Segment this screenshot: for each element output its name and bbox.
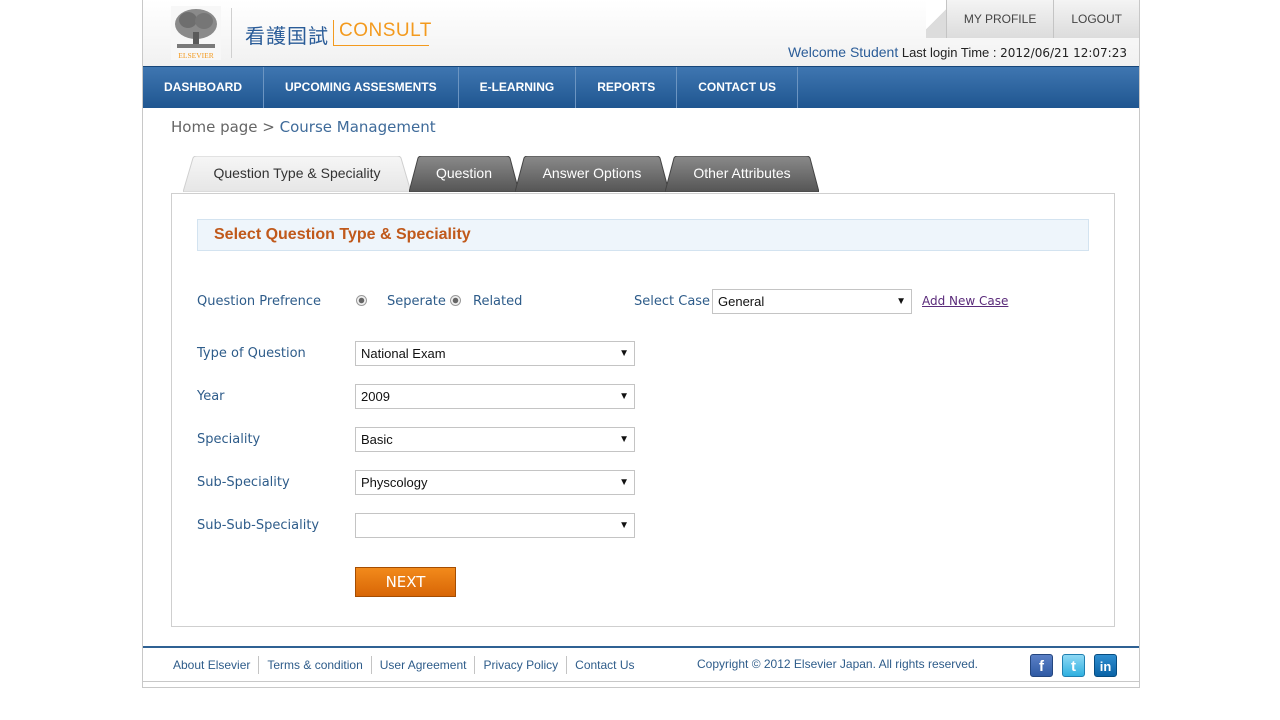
tab-other-attributes-label: Other Attributes [693, 165, 791, 181]
select-case-value: General [718, 294, 765, 309]
tab-question-type-label: Question Type & Speciality [213, 165, 381, 181]
radio-separate-label[interactable]: Seperate [387, 294, 446, 309]
radio-separate[interactable] [356, 295, 367, 306]
radio-related-label[interactable]: Related [473, 294, 522, 309]
breadcrumb-current: Course Management [279, 118, 436, 136]
tab-other-attributes[interactable]: Other Attributes [665, 156, 819, 192]
footer-link-privacy[interactable]: Privacy Policy [475, 656, 568, 674]
sub-speciality-label: Sub-Speciality [197, 475, 290, 490]
dropdown-arrow-icon: ▼ [619, 434, 629, 445]
site-header: ELSEVIER 看護国試 CONSULT MY PROFILE LOGOUT … [143, 0, 1139, 66]
footer-link-user-agreement[interactable]: User Agreement [372, 656, 476, 674]
page-container: ELSEVIER 看護国試 CONSULT MY PROFILE LOGOUT … [142, 0, 1140, 688]
main-nav: DASHBOARD UPCOMING ASSESMENTS E-LEARNING… [143, 66, 1139, 108]
form-panel: Select Question Type & Speciality Questi… [171, 193, 1115, 627]
tab-answer-options-label: Answer Options [542, 165, 642, 181]
brand-consult: CONSULT [339, 20, 432, 41]
nav-reports[interactable]: REPORTS [576, 67, 678, 108]
speciality-value: Basic [361, 432, 393, 447]
last-login-label: Last login Time : [901, 45, 997, 60]
radio-related[interactable] [450, 295, 461, 306]
speciality-dropdown[interactable]: Basic ▼ [355, 427, 635, 452]
footer-link-contact[interactable]: Contact Us [567, 656, 642, 674]
type-of-question-dropdown[interactable]: National Exam ▼ [355, 341, 635, 366]
select-case-dropdown[interactable]: General ▼ [712, 289, 912, 314]
panel-header: Select Question Type & Speciality [197, 219, 1089, 251]
type-of-question-value: National Exam [361, 346, 446, 361]
social-links: f t in [1030, 654, 1117, 677]
twitter-icon[interactable]: t [1062, 654, 1085, 677]
sub-sub-speciality-label: Sub-Sub-Speciality [197, 518, 320, 533]
tab-question-label: Question [435, 165, 493, 181]
tab-answer-options[interactable]: Answer Options [515, 156, 669, 192]
site-footer: About Elsevier Terms & condition User Ag… [143, 646, 1139, 682]
year-value: 2009 [361, 389, 390, 404]
dropdown-arrow-icon: ▼ [896, 296, 906, 307]
type-of-question-label: Type of Question [197, 346, 306, 361]
tab-question-type[interactable]: Question Type & Speciality [183, 156, 411, 192]
nav-contact-us[interactable]: CONTACT US [677, 67, 799, 108]
select-case-label: Select Case [634, 294, 711, 309]
sub-speciality-value: Physcology [361, 475, 428, 490]
breadcrumb-separator: > [257, 118, 280, 136]
copyright-text: Copyright © 2012 Elsevier Japan. All rig… [697, 657, 978, 671]
nav-dashboard[interactable]: DASHBOARD [143, 67, 264, 108]
question-preference-label: Question Prefrence [197, 294, 321, 309]
tab-question[interactable]: Question [409, 156, 519, 192]
logo-caption: ELSEVIER [178, 51, 213, 60]
footer-links: About Elsevier Terms & condition User Ag… [165, 656, 643, 674]
speciality-label: Speciality [197, 432, 261, 447]
year-label: Year [197, 389, 225, 404]
logo-divider [231, 8, 232, 58]
footer-link-about[interactable]: About Elsevier [165, 656, 260, 674]
panel-title: Select Question Type & Speciality [214, 226, 471, 243]
nav-upcoming-assessments[interactable]: UPCOMING ASSESMENTS [264, 67, 459, 108]
add-new-case-link[interactable]: Add New Case [922, 294, 1008, 308]
linkedin-icon[interactable]: in [1094, 654, 1117, 677]
my-profile-link[interactable]: MY PROFILE [945, 0, 1054, 38]
dropdown-arrow-icon: ▼ [619, 391, 629, 402]
welcome-text: Welcome Student Last login Time : 2012/0… [788, 44, 1127, 60]
dropdown-arrow-icon: ▼ [619, 348, 629, 359]
logout-link[interactable]: LOGOUT [1053, 0, 1139, 38]
nav-e-learning[interactable]: E-LEARNING [459, 67, 577, 108]
dropdown-arrow-icon: ▼ [619, 477, 629, 488]
footer-link-terms[interactable]: Terms & condition [259, 656, 372, 674]
next-button[interactable]: NEXT [355, 567, 456, 597]
brand-japanese: 看護国試 [245, 24, 329, 48]
elsevier-logo-icon: ELSEVIER [171, 6, 221, 60]
year-dropdown[interactable]: 2009 ▼ [355, 384, 635, 409]
welcome-name: Welcome Student [787, 44, 899, 60]
brand-separator [333, 20, 334, 46]
sub-speciality-dropdown[interactable]: Physcology ▼ [355, 470, 635, 495]
breadcrumb-home[interactable]: Home page [171, 118, 258, 136]
facebook-icon[interactable]: f [1030, 654, 1053, 677]
brand-underline [333, 45, 429, 46]
breadcrumb: Home page > Course Management [171, 118, 436, 136]
top-links: MY PROFILE LOGOUT [925, 0, 1139, 38]
last-login-time: 2012/06/21 12:07:23 [1000, 46, 1127, 60]
top-links-corner [925, 0, 946, 38]
dropdown-arrow-icon: ▼ [619, 520, 629, 531]
sub-sub-speciality-dropdown[interactable]: ▼ [355, 513, 635, 538]
